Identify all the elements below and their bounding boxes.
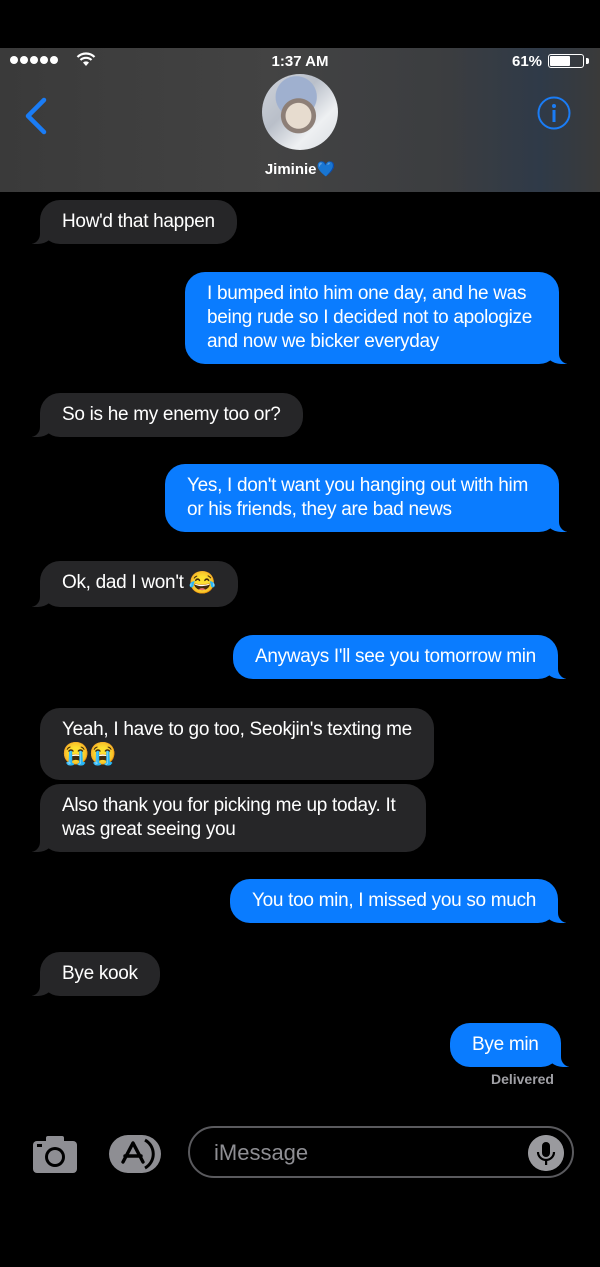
laughing-crying-emoji: 😂 — [188, 570, 216, 595]
delivery-status: Delivered — [490, 1071, 554, 1087]
message-bubble-received[interactable]: Bye kook — [28, 952, 160, 996]
message-text: Yeah, I have to go too, Seokjin's textin… — [62, 719, 412, 740]
message-text: So is he my enemy too or? — [62, 404, 281, 425]
message-bubble-received[interactable]: Yeah, I have to go too, Seokjin's textin… — [40, 708, 434, 780]
message-bubble-received[interactable]: So is he my enemy too or? — [28, 393, 303, 437]
message-text: Ok, dad I won't — [62, 572, 184, 593]
message-bubble-received[interactable]: Also thank you for picking me up today. … — [28, 784, 426, 852]
message-bubble-sent[interactable]: You too min, I missed you so much — [230, 879, 571, 923]
imessage-placeholder: iMessage — [214, 1140, 309, 1165]
message-text: Bye kook — [62, 963, 138, 984]
message-text: How'd that happen — [62, 211, 215, 232]
message-bubble-sent[interactable]: Bye min — [450, 1023, 573, 1067]
message-bubble-sent[interactable]: Yes, I don't want you hanging out with h… — [165, 464, 571, 532]
app-store-icon[interactable] — [107, 1134, 163, 1174]
camera-icon[interactable] — [32, 1134, 78, 1174]
crying-emoji: 😭😭 — [62, 741, 117, 766]
message-text: Bye min — [472, 1034, 539, 1055]
message-text: Also thank you for picking me up today. … — [62, 795, 396, 840]
message-bubble-received[interactable]: Ok, dad I won't 😂 — [28, 561, 238, 607]
message-text: Anyways I'll see you tomorrow min — [255, 646, 536, 667]
message-thread: How'd that happen I bumped into him one … — [0, 0, 600, 1100]
message-bubble-sent[interactable]: Anyways I'll see you tomorrow min — [233, 635, 570, 679]
message-text: I bumped into him one day, and he was be… — [207, 283, 532, 352]
message-text: Yes, I don't want you hanging out with h… — [187, 475, 528, 520]
imessage-input[interactable]: iMessage — [188, 1126, 574, 1178]
message-bubble-received[interactable]: How'd that happen — [28, 200, 237, 244]
message-text: You too min, I missed you so much — [252, 890, 537, 911]
message-bubble-sent[interactable]: I bumped into him one day, and he was be… — [185, 272, 571, 364]
microphone-icon[interactable] — [528, 1135, 564, 1171]
